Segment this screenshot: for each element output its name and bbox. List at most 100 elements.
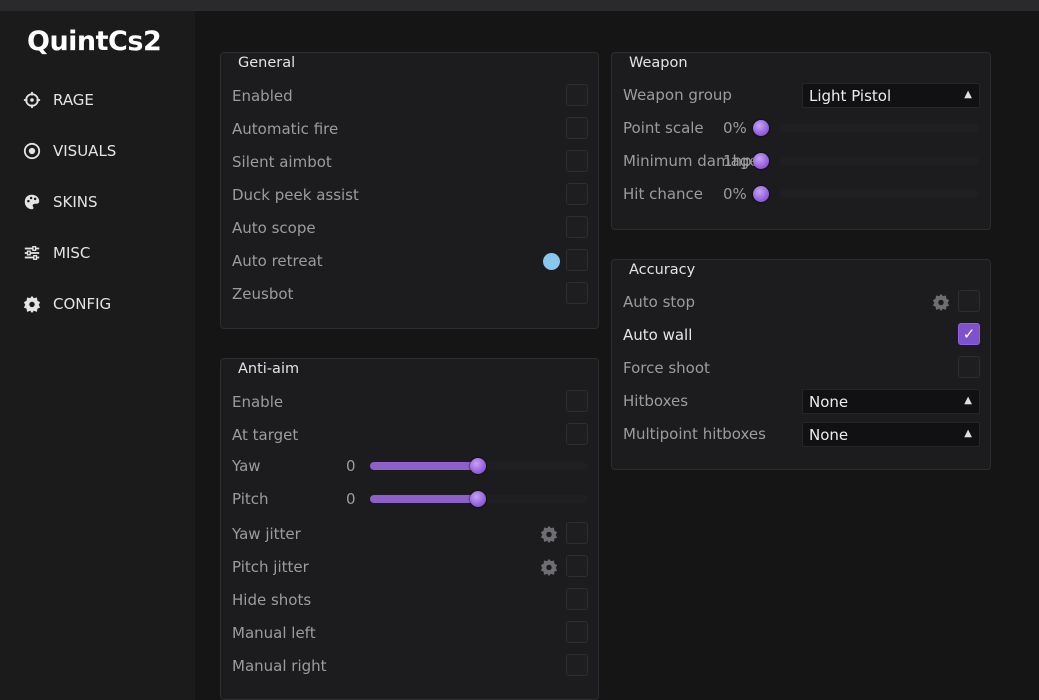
setting-manual-right: Manual right [232,654,588,678]
select-value: Light Pistol [809,87,892,105]
setting-pitch-jitter: Pitch jitter [232,555,588,579]
setting-multipoint-hitboxes: Multipoint hitboxes None ▲ [623,422,980,447]
setting-enabled: Enabled [232,84,588,108]
setting-auto-retreat: Auto retreat [232,249,588,273]
setting-label: Point scale [623,119,704,137]
setting-label: Force shoot [623,359,710,377]
panel-title: General [238,55,296,71]
panel-title: Accuracy [629,262,696,278]
manual-right-checkbox[interactable] [566,654,588,676]
enabled-checkbox[interactable] [566,84,588,106]
select-value: None [809,393,849,411]
auto-retreat-checkbox[interactable] [566,249,588,271]
setting-label: Yaw [232,457,261,475]
setting-auto-stop: Auto stop [623,290,980,314]
minimum-damage-slider-thumb[interactable] [753,153,769,169]
sidebar-item-label: VISUALS [53,142,117,160]
setting-silent-aimbot: Silent aimbot [232,150,588,174]
pitch-slider-thumb[interactable] [470,491,486,507]
hitboxes-select[interactable]: None ▲ [802,389,980,414]
hit-chance-slider-thumb[interactable] [753,186,769,202]
panel-title: Weapon [629,55,688,71]
palette-icon [22,192,42,212]
gear-icon [22,294,42,314]
setting-minimum-damage: Minimum damage 1hp [623,149,980,173]
setting-hit-chance: Hit chance 0% [623,182,980,206]
setting-label: Auto retreat [232,252,323,270]
manual-left-checkbox[interactable] [566,621,588,643]
multipoint-hitboxes-select[interactable]: None ▲ [802,422,980,447]
sidebar-item-config[interactable]: CONFIG [22,294,111,314]
gear-icon[interactable] [932,293,950,311]
sidebar-item-visuals[interactable]: VISUALS [22,141,116,161]
setting-auto-scope: Auto scope [232,216,588,240]
minimum-damage-value: 1hp [723,152,752,170]
setting-label: Auto wall [623,326,693,344]
setting-label: Auto scope [232,219,316,237]
sidebar-item-skins[interactable]: SKINS [22,192,98,212]
setting-automatic-fire: Automatic fire [232,117,588,141]
point-scale-slider-thumb[interactable] [753,120,769,136]
auto-wall-checkbox[interactable]: ✓ [958,323,980,345]
app-logo: QuintCs2 [27,26,162,57]
setting-label: Duck peek assist [232,186,359,204]
general-panel: General Enabled Automatic fire Silent ai… [220,52,599,329]
at-target-checkbox[interactable] [566,423,588,445]
point-scale-slider-track[interactable] [779,124,979,132]
auto-scope-checkbox[interactable] [566,216,588,238]
sidebar-item-label: MISC [53,244,91,262]
setting-weapon-group: Weapon group Light Pistol ▲ [623,83,980,108]
setting-label: Hitboxes [623,392,689,410]
sidebar-item-rage[interactable]: RAGE [22,90,94,110]
accuracy-panel: Accuracy Auto stop Auto wall ✓ Force sho… [611,259,991,470]
pitch-value: 0 [346,490,356,508]
setting-zeusbot: Zeusbot [232,282,588,306]
duck-peek-assist-checkbox[interactable] [566,183,588,205]
setting-label: Manual right [232,657,327,675]
sidebar-item-label: SKINS [53,193,98,211]
setting-duck-peek-assist: Duck peek assist [232,183,588,207]
caret-up-icon: ▲ [964,428,972,439]
gear-icon[interactable] [540,525,558,543]
setting-enable: Enable [232,390,588,414]
gear-icon[interactable] [540,558,558,576]
sliders-icon [22,243,42,263]
weapon-panel: Weapon Weapon group Light Pistol ▲ Point… [611,52,991,230]
sidebar-item-misc[interactable]: MISC [22,243,90,263]
setting-hitboxes: Hitboxes None ▲ [623,389,980,414]
point-scale-value: 0% [723,119,747,137]
zeusbot-checkbox[interactable] [566,282,588,304]
setting-label: Yaw jitter [232,525,301,543]
auto-stop-checkbox[interactable] [958,290,980,312]
hit-chance-slider-track[interactable] [779,190,979,198]
setting-label: Weapon group [623,86,732,104]
silent-aimbot-checkbox[interactable] [566,150,588,172]
hide-shots-checkbox[interactable] [566,588,588,610]
automatic-fire-checkbox[interactable] [566,117,588,139]
caret-up-icon: ▲ [964,89,972,100]
setting-manual-left: Manual left [232,621,588,645]
yaw-jitter-checkbox[interactable] [566,522,588,544]
hit-chance-value: 0% [723,185,747,203]
minimum-damage-slider-track[interactable] [779,157,979,165]
caret-up-icon: ▲ [964,395,972,406]
pitch-jitter-checkbox[interactable] [566,555,588,577]
crosshair-icon [22,90,42,110]
setting-force-shoot: Force shoot [623,356,980,380]
color-picker-swatch[interactable] [543,253,560,270]
yaw-value: 0 [346,457,356,475]
pitch-slider-fill [370,495,479,503]
weapon-group-select[interactable]: Light Pistol ▲ [802,83,980,108]
setting-label: Pitch [232,490,269,508]
setting-label: Multipoint hitboxes [623,425,766,443]
select-value: None [809,426,849,444]
yaw-slider-fill [370,462,479,470]
force-shoot-checkbox[interactable] [958,356,980,378]
setting-point-scale: Point scale 0% [623,116,980,140]
setting-label: Silent aimbot [232,153,332,171]
setting-label: Manual left [232,624,316,642]
enable-checkbox[interactable] [566,390,588,412]
yaw-slider-thumb[interactable] [470,458,486,474]
setting-yaw: Yaw 0 [232,454,588,478]
setting-label: Hide shots [232,591,312,609]
